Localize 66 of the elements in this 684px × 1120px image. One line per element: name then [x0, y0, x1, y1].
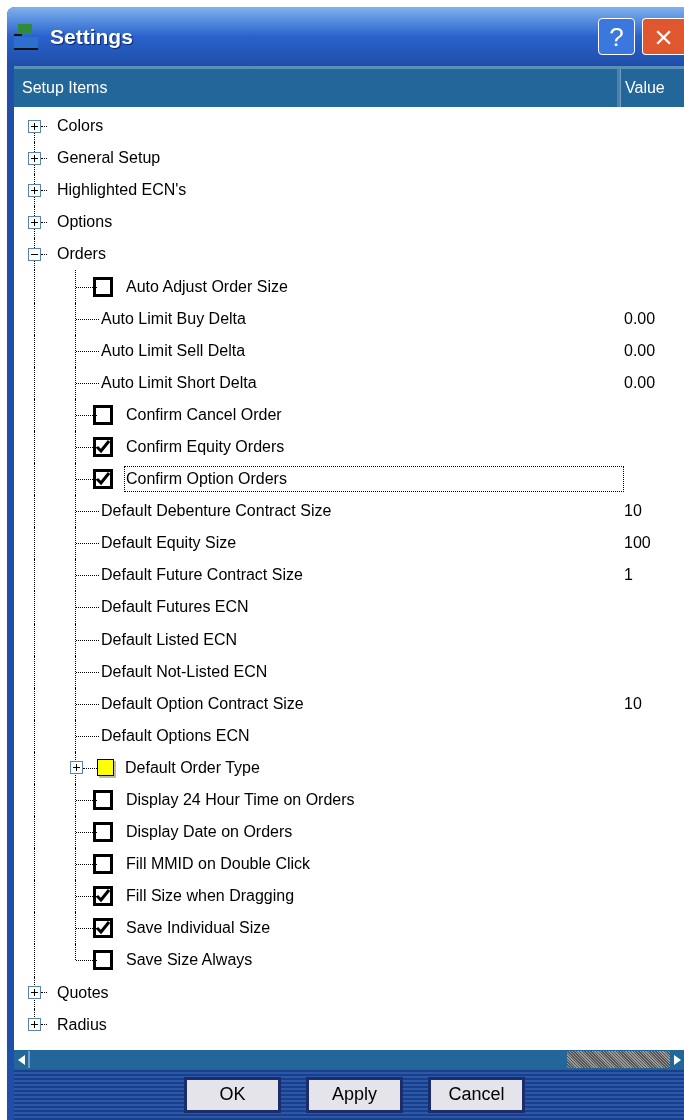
setting-value: 1 [624, 565, 634, 586]
checkbox[interactable] [93, 918, 113, 939]
checkbox[interactable] [93, 404, 113, 425]
setting-label[interactable]: Auto Limit Short Delta [99, 369, 624, 396]
setting-value: 0.00 [624, 308, 657, 329]
setting-value: 10 [624, 501, 643, 522]
option-label[interactable]: Display 24 Hour Time on Orders [124, 787, 624, 813]
tree-item[interactable]: Highlighted ECN's [57, 178, 187, 203]
checkbox[interactable] [93, 469, 113, 490]
setting-label[interactable]: Default Listed ECN [99, 626, 624, 653]
option-label[interactable]: Default Order Type [123, 754, 624, 781]
expand-icon[interactable] [28, 986, 41, 1000]
checkbox[interactable] [93, 950, 113, 971]
dialog-button[interactable]: Apply [306, 1076, 403, 1113]
right-arrow-icon [673, 1054, 681, 1065]
tree-item[interactable]: Orders [57, 242, 106, 267]
setting-value: 0.00 [624, 372, 657, 393]
expand-icon[interactable] [69, 761, 83, 775]
window-title: Settings [50, 23, 133, 50]
help-button[interactable]: ? [598, 18, 635, 55]
expand-icon[interactable] [28, 215, 41, 229]
option-label[interactable]: Auto Adjust Order Size [124, 273, 624, 300]
tree-item[interactable]: General Setup [57, 146, 161, 171]
column-header[interactable]: Setup Items [14, 69, 620, 107]
option-label[interactable]: Confirm Equity Orders [124, 434, 624, 460]
setting-label[interactable]: Default Option Contract Size [99, 690, 624, 717]
expand-icon[interactable] [28, 151, 41, 165]
dialog-button[interactable]: OK [184, 1076, 281, 1113]
option-label[interactable]: Fill MMID on Double Click [124, 851, 624, 878]
option-label[interactable]: Fill Size when Dragging [124, 883, 624, 910]
dialog-button[interactable]: Cancel [428, 1076, 525, 1113]
checkbox[interactable] [93, 886, 113, 907]
option-label[interactable]: Confirm Cancel Order [124, 401, 624, 428]
setting-label[interactable]: Auto Limit Buy Delta [99, 305, 624, 332]
left-arrow-icon [17, 1054, 25, 1065]
option-label[interactable]: Display Date on Orders [124, 819, 624, 846]
setting-label[interactable]: Default Not-Listed ECN [99, 658, 624, 685]
checkbox[interactable] [93, 854, 113, 875]
column-header[interactable]: Value [620, 69, 684, 107]
color-swatch[interactable] [97, 759, 114, 777]
setting-value: 10 [624, 693, 643, 714]
setting-label[interactable]: Default Options ECN [99, 722, 624, 749]
setting-label[interactable]: Default Equity Size [99, 530, 624, 557]
checkbox[interactable] [93, 822, 113, 843]
setting-label[interactable]: Default Future Contract Size [99, 562, 624, 589]
close-button[interactable]: × [642, 18, 684, 55]
tree-item[interactable]: Colors [57, 114, 104, 139]
checkbox[interactable] [93, 276, 113, 297]
checkbox[interactable] [93, 790, 113, 810]
expand-icon[interactable] [28, 119, 41, 133]
option-label[interactable]: Save Size Always [124, 947, 624, 974]
tree-item[interactable]: Options [57, 210, 113, 235]
tree-item[interactable]: Radius [57, 1012, 107, 1037]
expand-icon[interactable] [28, 1018, 41, 1032]
setting-label[interactable]: Default Debenture Contract Size [99, 498, 624, 525]
option-label[interactable]: Save Individual Size [124, 915, 624, 942]
expand-icon[interactable] [28, 183, 41, 197]
scrollbar-thumb[interactable] [567, 1051, 670, 1068]
option-label[interactable]: Confirm Option Orders [124, 466, 624, 493]
tree-item[interactable]: Quotes [57, 980, 109, 1005]
setting-value: 0.00 [624, 340, 657, 361]
setting-value: 100 [624, 533, 652, 554]
setting-label[interactable]: Default Futures ECN [99, 594, 624, 621]
checkbox[interactable] [93, 437, 113, 457]
setting-label[interactable]: Auto Limit Sell Delta [99, 337, 624, 364]
collapse-icon[interactable] [28, 247, 41, 261]
